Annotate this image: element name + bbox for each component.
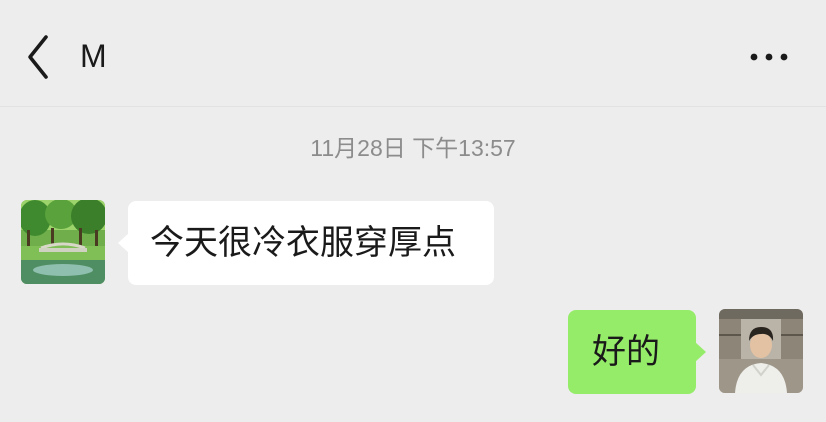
user-avatar[interactable]	[719, 309, 803, 393]
more-horizontal-icon	[750, 53, 788, 61]
contact-name: M	[80, 38, 107, 74]
park-landscape-avatar	[21, 200, 105, 284]
contact-avatar[interactable]	[21, 200, 105, 284]
more-options-button[interactable]	[744, 40, 794, 74]
user-photo-avatar	[719, 309, 803, 393]
chevron-left-icon	[28, 35, 48, 79]
back-button[interactable]	[18, 30, 58, 84]
chat-header: M	[0, 0, 826, 107]
incoming-message-bubble[interactable]: 今天很冷衣服穿厚点	[118, 201, 494, 285]
outgoing-message-bubble[interactable]: 好的	[568, 310, 706, 394]
message-timestamp: 11月28日 下午13:57	[310, 135, 516, 161]
